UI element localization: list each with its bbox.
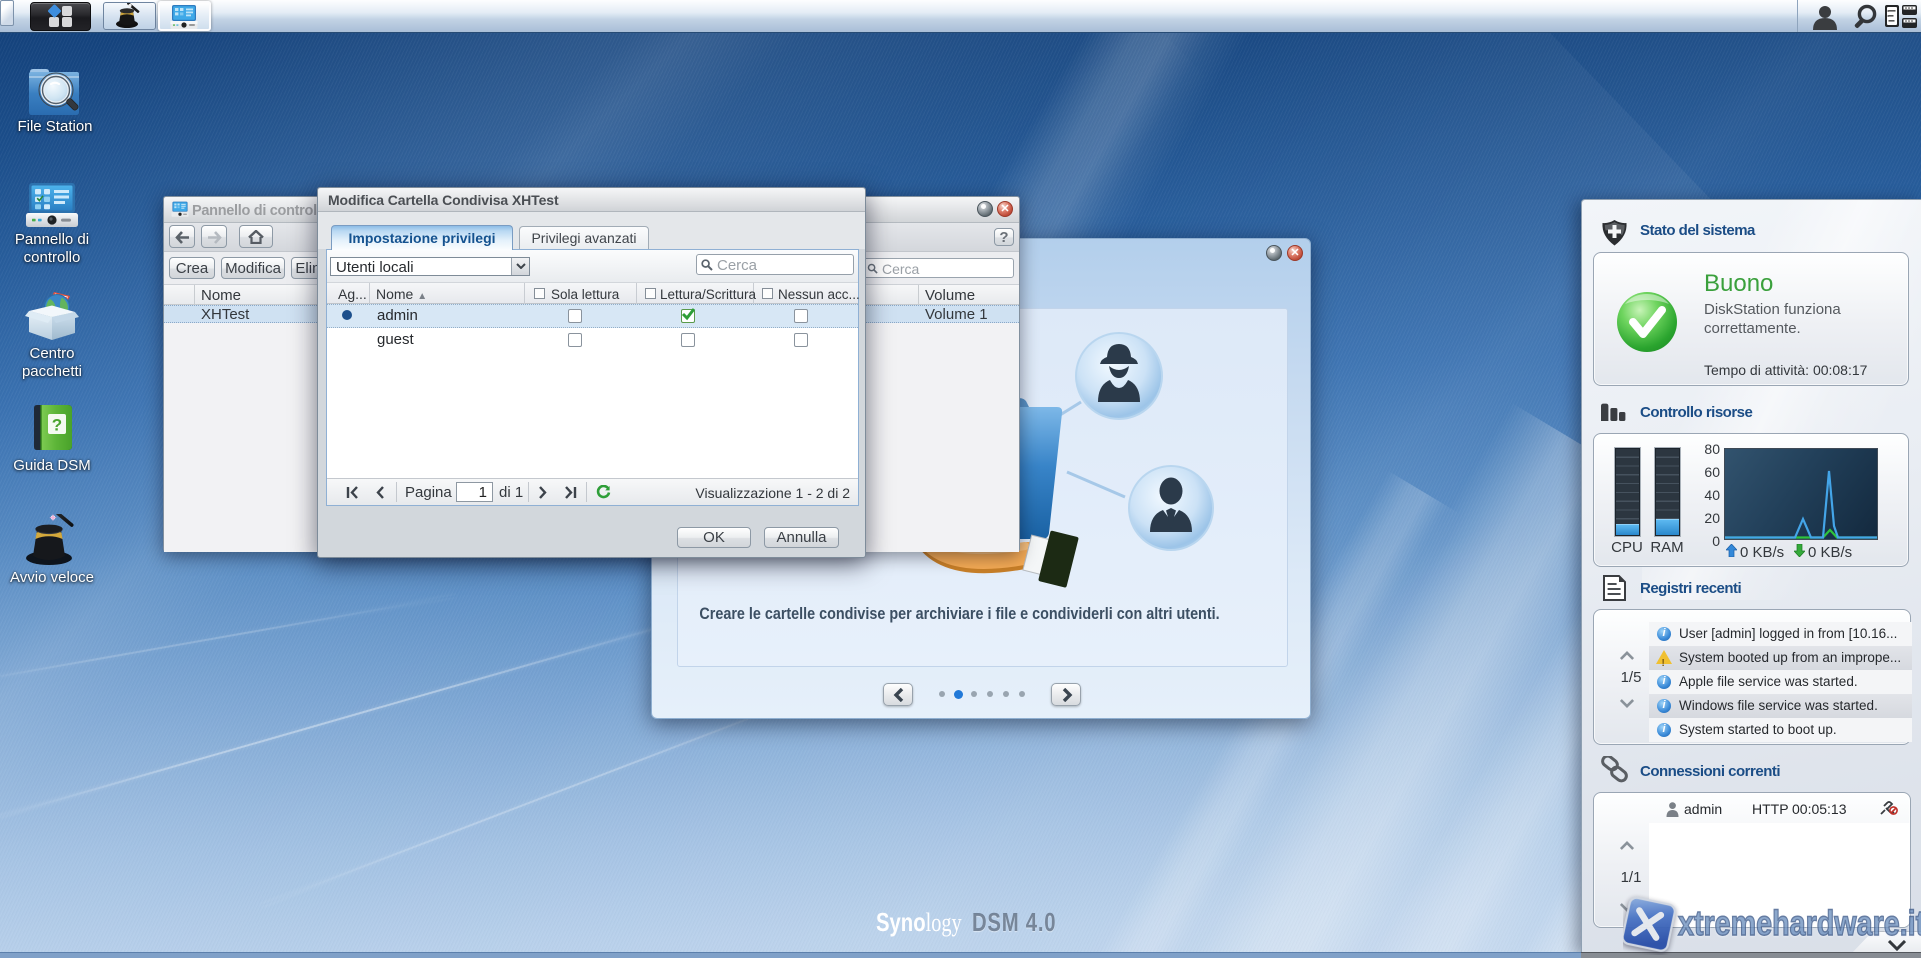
svg-text:xtremehardware.it: xtremehardware.it [1678, 903, 1921, 942]
svg-text:?: ? [52, 416, 62, 435]
